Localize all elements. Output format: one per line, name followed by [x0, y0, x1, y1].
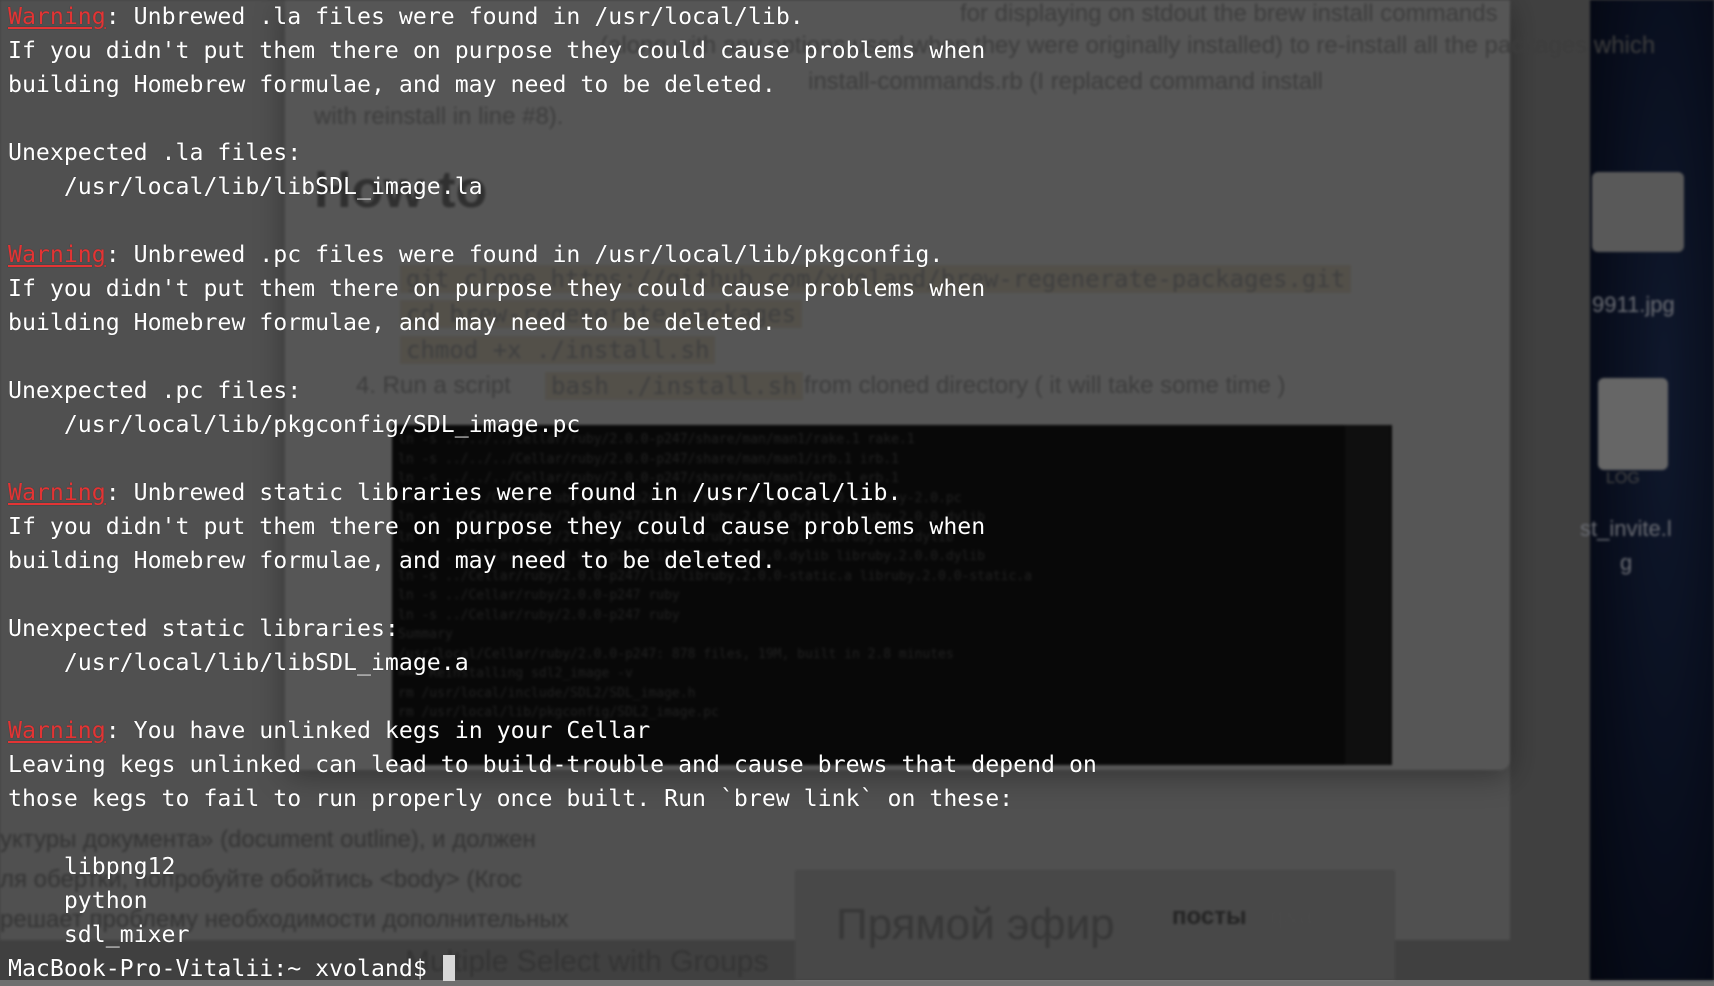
terminal-output: Warning: Unbrewed .la files were found i… — [8, 0, 1706, 986]
terminal-text: Unexpected .pc files: — [8, 377, 302, 404]
terminal-text: Unexpected static libraries: — [8, 615, 399, 642]
terminal-text: python — [8, 887, 148, 914]
terminal-line: building Homebrew formulae, and may need… — [8, 68, 1706, 102]
terminal-window[interactable]: Warning: Unbrewed .la files were found i… — [0, 0, 1714, 982]
terminal-text: : You have unlinked kegs in your Cellar — [105, 717, 651, 744]
terminal-text: /usr/local/lib/libSDL_image.a — [8, 649, 469, 676]
terminal-line: If you didn't put them there on purpose … — [8, 272, 1706, 306]
warning-label: Warning — [8, 717, 106, 744]
terminal-text: : Unbrewed static libraries were found i… — [105, 479, 902, 506]
terminal-text: If you didn't put them there on purpose … — [8, 275, 986, 302]
terminal-text: If you didn't put them there on purpose … — [8, 37, 986, 64]
terminal-warning-line: Warning: You have unlinked kegs in your … — [8, 714, 1706, 748]
terminal-line: Unexpected .la files: — [8, 136, 1706, 170]
terminal-text: those kegs to fail to run properly once … — [8, 785, 1014, 812]
terminal-line: libpng12 — [8, 850, 1706, 884]
terminal-text: Leaving kegs unlinked can lead to build-… — [8, 751, 1097, 778]
warning-label: Warning — [8, 3, 106, 30]
terminal-warning-line: Warning: Unbrewed .pc files were found i… — [8, 238, 1706, 272]
terminal-line: /usr/local/lib/libSDL_image.a — [8, 646, 1706, 680]
terminal-line: those kegs to fail to run properly once … — [8, 782, 1706, 816]
terminal-line: Leaving kegs unlinked can lead to build-… — [8, 748, 1706, 782]
shell-prompt: MacBook-Pro-Vitalii:~ xvoland$ — [8, 955, 441, 982]
terminal-line: If you didn't put them there on purpose … — [8, 34, 1706, 68]
terminal-line: /usr/local/lib/pkgconfig/SDL_image.pc — [8, 408, 1706, 442]
terminal-text: /usr/local/lib/libSDL_image.la — [8, 173, 483, 200]
terminal-text: : Unbrewed .pc files were found in /usr/… — [105, 241, 944, 268]
text-cursor[interactable] — [442, 955, 455, 981]
terminal-warning-line: Warning: Unbrewed static libraries were … — [8, 476, 1706, 510]
terminal-text: building Homebrew formulae, and may need… — [8, 547, 776, 574]
terminal-text: If you didn't put them there on purpose … — [8, 513, 986, 540]
terminal-line: building Homebrew formulae, and may need… — [8, 306, 1706, 340]
terminal-line: /usr/local/lib/libSDL_image.la — [8, 170, 1706, 204]
terminal-text: building Homebrew formulae, and may need… — [8, 309, 776, 336]
terminal-line: building Homebrew formulae, and may need… — [8, 544, 1706, 578]
terminal-text: : Unbrewed .la files were found in /usr/… — [105, 3, 804, 30]
terminal-line: sdl_mixer — [8, 918, 1706, 952]
terminal-warning-line: Warning: Unbrewed .la files were found i… — [8, 0, 1706, 34]
terminal-line: Unexpected static libraries: — [8, 612, 1706, 646]
warning-label: Warning — [8, 479, 106, 506]
warning-label: Warning — [8, 241, 106, 268]
terminal-text: libpng12 — [8, 853, 176, 880]
terminal-text: sdl_mixer — [8, 921, 190, 948]
terminal-text: Unexpected .la files: — [8, 139, 302, 166]
terminal-prompt-line: MacBook-Pro-Vitalii:~ xvoland$ — [8, 952, 1706, 986]
terminal-text: /usr/local/lib/pkgconfig/SDL_image.pc — [8, 411, 581, 438]
terminal-line: Unexpected .pc files: — [8, 374, 1706, 408]
terminal-text: building Homebrew formulae, and may need… — [8, 71, 776, 98]
terminal-line: python — [8, 884, 1706, 918]
terminal-line: If you didn't put them there on purpose … — [8, 510, 1706, 544]
